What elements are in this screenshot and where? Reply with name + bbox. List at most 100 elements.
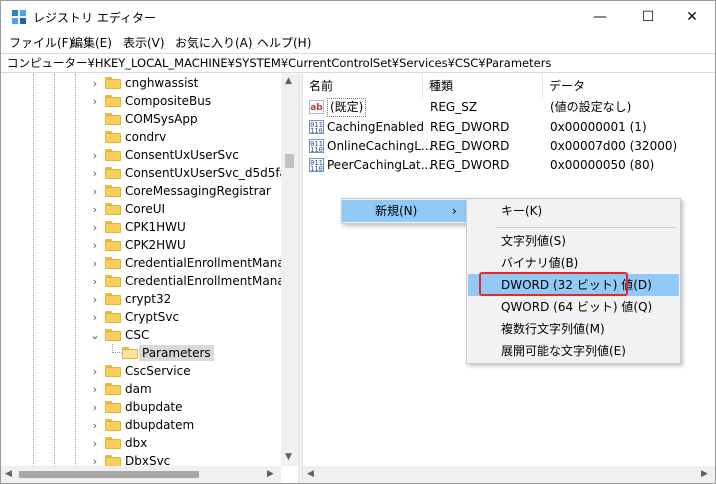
tree-horizontal-scrollbar[interactable]: ◀ ▶ [1,466,281,483]
scroll-thumb[interactable] [19,471,199,478]
value-name: PeerCachingLat... [327,158,433,172]
tree-guide-line [112,344,122,353]
tree-item[interactable]: › ConsentUxUserSvc_d5d5fac [1,164,294,182]
tree-item[interactable]: ⌄ CSC [1,326,281,344]
tree-item-label: CoreUI [125,202,166,216]
address-bar[interactable]: コンピューター¥HKEY_LOCAL_MACHINE¥SYSTEM¥Curren… [1,53,715,73]
tree-item[interactable]: condrv [1,128,281,146]
tree-item[interactable]: › CredentialEnrollmentManager [1,272,298,290]
chevron-right-icon[interactable]: › [89,434,101,452]
chevron-right-icon[interactable]: › [89,182,101,200]
menu-bar: ファイル(F) 編集(E) 表示(V) お気に入り(A) ヘルプ(H) [1,32,715,52]
chevron-right-icon[interactable]: › [89,272,101,290]
chevron-right-icon[interactable]: › [89,218,101,236]
scroll-down-icon[interactable]: ▼ [285,452,292,462]
value-row[interactable]: 011 110 OnlineCachingL... REG_DWORD 0x000… [303,137,715,156]
chevron-down-icon[interactable]: ⌄ [89,326,101,344]
tree-item-label: condrv [125,130,167,144]
menu-item-new[interactable]: 新規(N) › [342,200,467,222]
window-title: レジストリ エディター [33,11,156,25]
tree-item[interactable]: Parameters [1,344,281,362]
chevron-right-icon[interactable]: › [89,92,101,110]
tree-item[interactable]: › CPK2HWU [1,236,281,254]
tree-item-label: CoreMessagingRegistrar [125,184,271,198]
scroll-up-icon[interactable]: ▲ [285,76,292,86]
chevron-right-icon[interactable]: › [89,398,101,416]
tree-item[interactable]: › CryptSvc [1,308,281,326]
value-name: OnlineCachingL... [327,139,433,153]
list-horizontal-scrollbar[interactable]: ◀ ▶ [303,466,715,483]
registry-editor-window: レジストリ エディター — ☐ ✕ ファイル(F) 編集(E) 表示(V) お気… [0,0,716,484]
chevron-right-icon[interactable]: › [89,200,101,218]
chevron-right-icon[interactable]: › [89,236,101,254]
close-button[interactable]: ✕ [669,1,715,32]
value-row[interactable]: ab (既定) REG_SZ (値の設定なし) [303,98,715,117]
binary-value-icon: 011 110 [309,158,324,173]
tree-item[interactable]: › CPK1HWU [1,218,281,236]
scroll-left-icon[interactable]: ◀ [5,469,12,479]
value-data: 0x00000001 (1) [550,120,647,134]
column-header-name[interactable]: 名前 [303,74,423,98]
folder-body [105,421,121,431]
folder-body [105,439,121,449]
value-row[interactable]: 011 110 PeerCachingLat... REG_DWORD 0x000… [303,156,715,175]
menu-item-binary-value[interactable]: バイナリ値(B) [501,252,578,274]
scroll-right-icon[interactable]: ▶ [701,469,708,479]
menu-view[interactable]: 表示(V) [123,34,165,51]
chevron-right-icon[interactable]: › [89,416,101,434]
minimize-button[interactable]: — [577,1,623,32]
tree-vertical-scrollbar[interactable]: ▲ ▼ [281,74,298,466]
menu-item-expandable-string-value[interactable]: 展開可能な文字列値(E) [501,340,626,362]
tree-item[interactable]: › CompositeBus [1,92,281,110]
menu-help[interactable]: ヘルプ(H) [257,34,311,51]
tree-item[interactable]: › CoreUI [1,200,281,218]
folder-body [105,241,121,251]
column-header-data[interactable]: データ [543,74,715,98]
folder-icon [105,239,121,251]
tree-item-label: ConsentUxUserSvc [125,148,239,162]
chevron-right-icon[interactable]: › [89,254,101,272]
tree-item[interactable]: › CscService [1,362,281,380]
tree-item[interactable]: › dbupdatem [1,416,281,434]
chevron-right-icon[interactable]: › [89,380,101,398]
menu-item-multi-string-value[interactable]: 複数行文字列値(M) [501,318,605,340]
chevron-right-icon[interactable]: › [89,74,101,92]
chevron-right-icon[interactable]: › [89,308,101,326]
tree-item[interactable]: › cnghwassist [1,74,281,92]
binary-value-icon: 011 110 [309,120,324,135]
scroll-left-icon[interactable]: ◀ [307,469,314,479]
chevron-right-icon[interactable]: › [89,164,101,182]
tree-item-label: COMSysApp [125,112,198,126]
scroll-thumb[interactable] [285,154,294,168]
value-row[interactable]: 011 110 CachingEnabled REG_DWORD 0x000000… [303,118,715,137]
chevron-right-icon[interactable]: › [89,290,101,308]
tree-item[interactable]: COMSysApp [1,110,281,128]
menu-item-qword-value[interactable]: QWORD (64 ビット) 値(Q) [501,296,652,318]
tree-item[interactable]: › ConsentUxUserSvc [1,146,281,164]
chevron-right-icon: › [452,204,457,218]
tree-item[interactable]: › CredentialEnrollmentManager [1,254,298,272]
folder-body [105,313,121,323]
tree-item[interactable]: › crypt32 [1,290,281,308]
folder-icon [105,257,121,269]
chevron-right-icon[interactable]: › [89,146,101,164]
tree-item[interactable]: › dbx [1,434,281,452]
folder-body [105,223,121,233]
folder-body [105,205,121,215]
value-type: REG_SZ [430,100,478,114]
tree-item[interactable]: › dbupdate [1,398,281,416]
folder-body [105,295,121,305]
scroll-right-icon[interactable]: ▶ [267,469,274,479]
tree-item[interactable]: › CoreMessagingRegistrar [1,182,281,200]
maximize-button[interactable]: ☐ [625,1,671,32]
menu-file[interactable]: ファイル(F) [9,34,73,51]
column-header-type[interactable]: 種類 [423,74,543,98]
tree-item[interactable]: › dam [1,380,281,398]
menu-edit[interactable]: 編集(E) [71,34,112,51]
menu-item-key[interactable]: キー(K) [501,200,542,222]
menu-favorites[interactable]: お気に入り(A) [175,34,253,51]
tree-item-label: cnghwassist [125,76,199,90]
chevron-right-icon[interactable]: › [89,362,101,380]
menu-item-string-value[interactable]: 文字列値(S) [501,230,566,252]
title-bar: レジストリ エディター — ☐ ✕ [1,1,715,32]
